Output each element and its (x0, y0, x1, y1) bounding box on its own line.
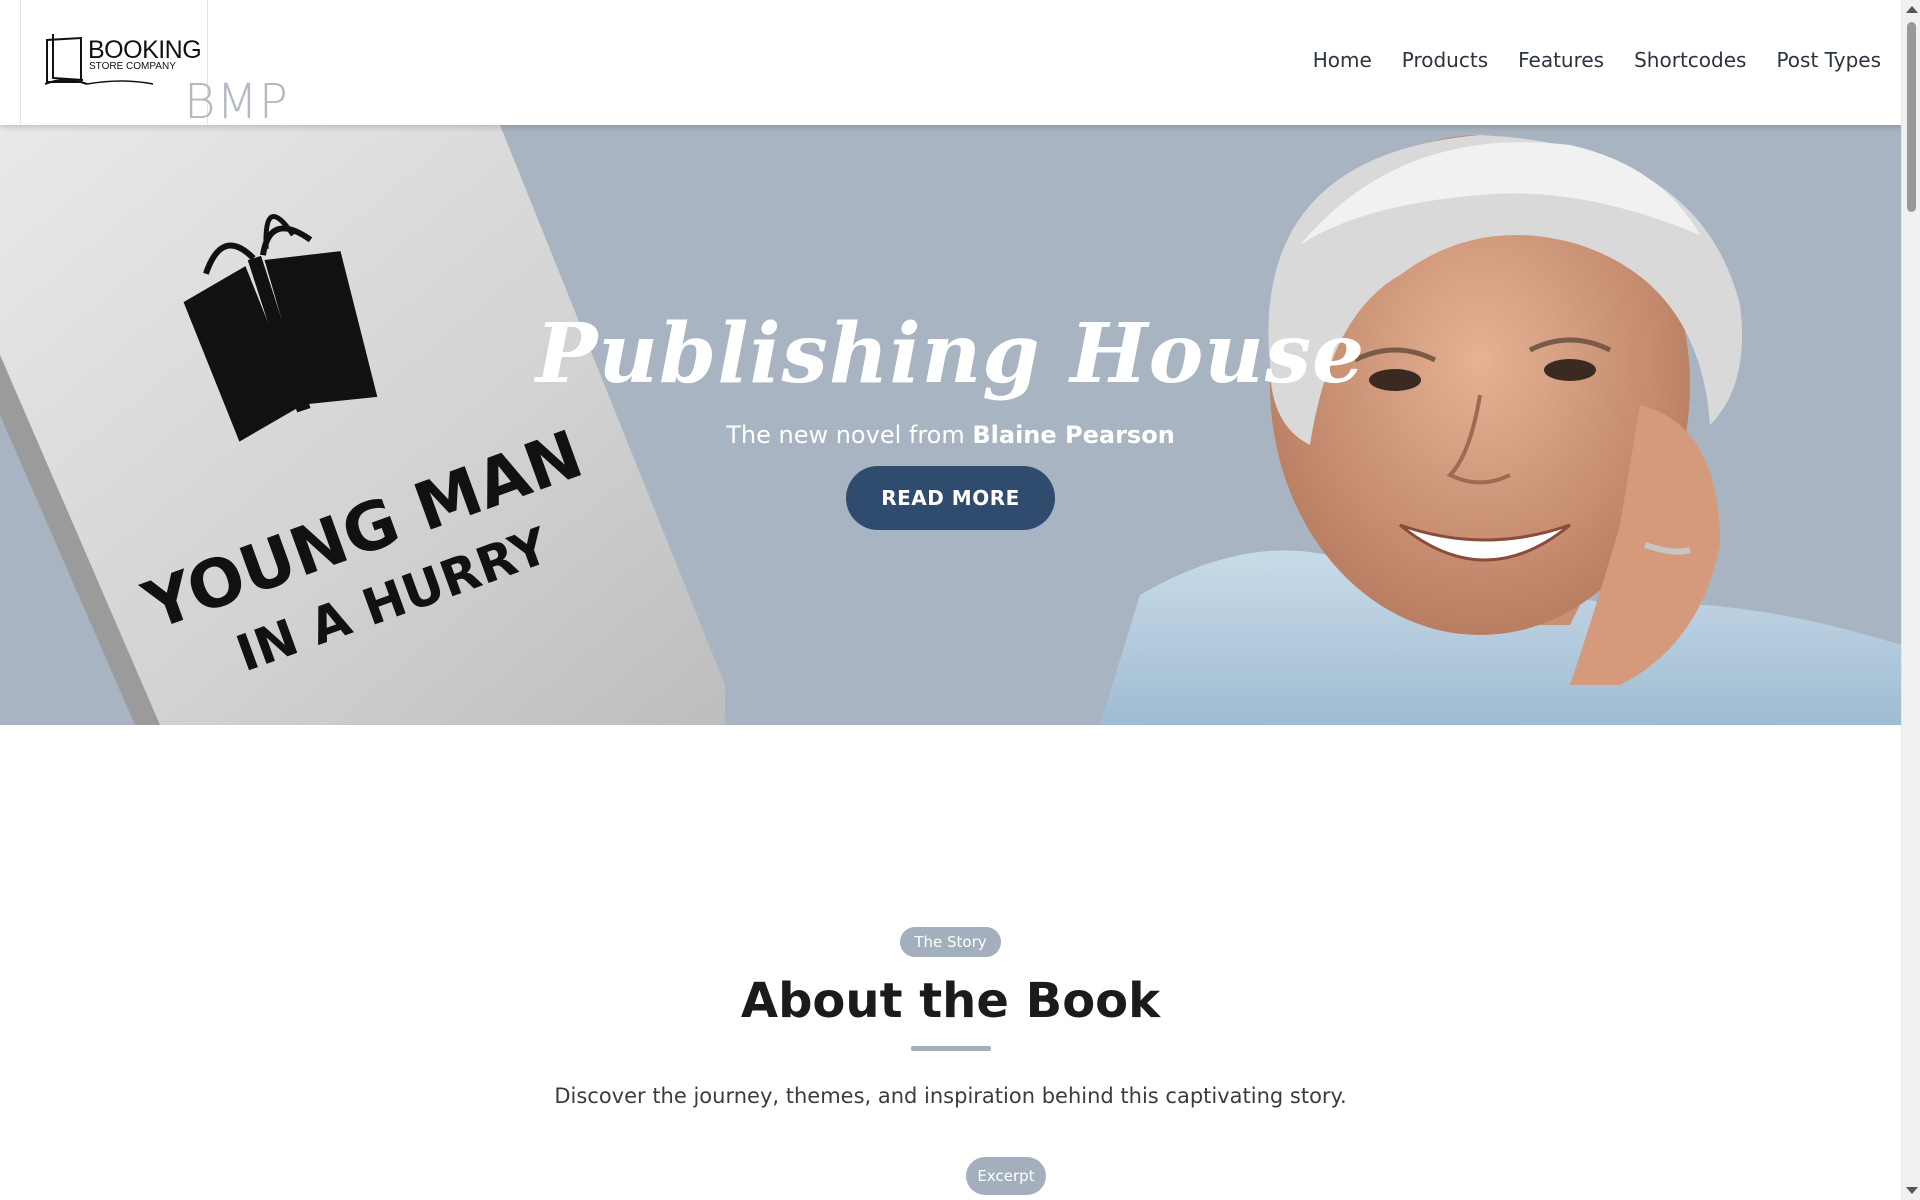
excerpt-badge: Excerpt (966, 1157, 1046, 1195)
logo-subtitle: STORE COMPANY (89, 61, 176, 72)
hero-title: Publishing House (535, 306, 1366, 402)
hero-subtitle: The new novel from Blaine Pearson (0, 421, 1901, 449)
title-divider (911, 1046, 991, 1051)
scroll-thumb[interactable] (1907, 22, 1916, 212)
hero-banner: YOUNG MAN IN A HURRY Publishing House Th… (0, 125, 1901, 725)
section-description: Discover the journey, themes, and inspir… (554, 1084, 1347, 1108)
nav-features[interactable]: Features (1518, 48, 1604, 72)
site-logo[interactable]: BOOKING STORE COMPANY BMP (20, 0, 288, 126)
read-more-button[interactable]: READ MORE (846, 466, 1055, 530)
nav-shortcodes[interactable]: Shortcodes (1634, 48, 1746, 72)
scroll-up-arrow-icon[interactable] (1906, 6, 1918, 13)
page-scrollbar[interactable] (1901, 0, 1920, 1200)
story-badge: The Story (900, 927, 1001, 957)
logo-title: BOOKING (88, 36, 202, 64)
main-nav: Home Products Features Shortcodes Post T… (1313, 48, 1881, 72)
hero-subtitle-prefix: The new novel from (726, 421, 973, 449)
nav-home[interactable]: Home (1313, 48, 1372, 72)
nav-post-types[interactable]: Post Types (1776, 48, 1881, 72)
hero-author-name: Blaine Pearson (972, 421, 1175, 449)
logo-bmp-text: BMP (184, 74, 289, 130)
site-header: BOOKING STORE COMPANY BMP Home Products … (0, 0, 1901, 126)
nav-products[interactable]: Products (1402, 48, 1488, 72)
scroll-down-arrow-icon[interactable] (1906, 1187, 1918, 1194)
section-title: About the Book (740, 973, 1161, 1029)
